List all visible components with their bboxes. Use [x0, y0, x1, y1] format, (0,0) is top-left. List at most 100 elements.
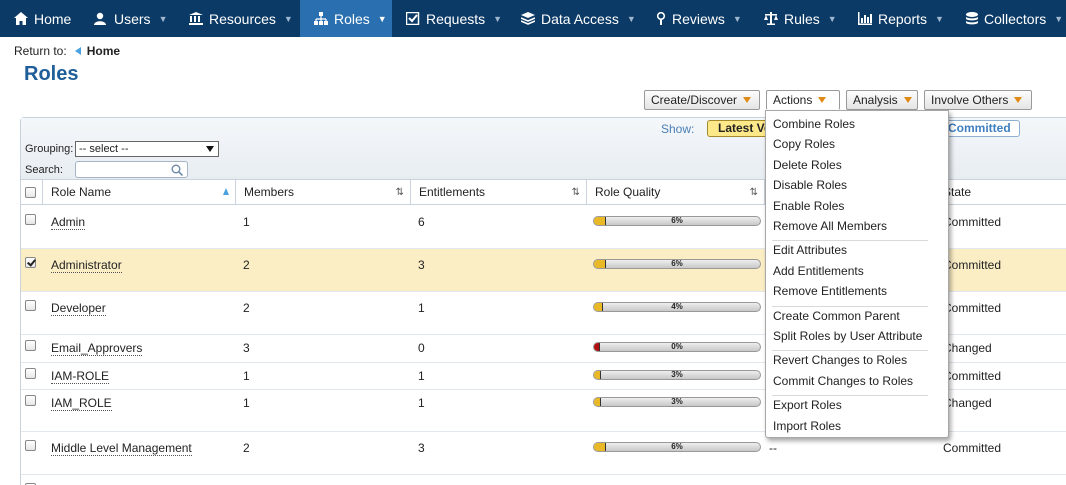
role-quality-text: 6% [671, 442, 683, 451]
role-name-link[interactable]: IAM-ROLE [51, 369, 110, 384]
menu-item-combine-roles[interactable]: Combine Roles [773, 117, 855, 131]
show-label: Show: [661, 122, 695, 136]
menu-item-delete-roles[interactable]: Delete Roles [773, 158, 842, 172]
nav-collectors[interactable]: Collectors ▼ [952, 0, 1066, 37]
rules-icon [764, 12, 778, 26]
column-label: Role Quality [595, 185, 661, 199]
chevron-down-icon: ▼ [1054, 13, 1064, 24]
role-name-link[interactable]: Developer [51, 301, 106, 316]
nav-resources[interactable]: Resources ▼ [175, 0, 300, 37]
menu-separator [772, 350, 928, 352]
breadcrumb: Return to: Home [14, 44, 120, 58]
sort-icon: ⇅ [749, 187, 758, 198]
chevron-down-icon: ▼ [493, 13, 503, 24]
home-icon [14, 12, 28, 26]
row-checkbox[interactable] [25, 440, 36, 451]
menu-separator [772, 240, 928, 242]
role-name-link[interactable]: Admin [51, 215, 86, 230]
members-value: 1 [243, 396, 250, 410]
top-navigation: Home Users ▼ Resources ▼ Roles ▼ Request… [0, 0, 1066, 37]
role-name-link[interactable]: Email_Approvers [51, 341, 143, 356]
menu-item-disable-roles[interactable]: Disable Roles [773, 178, 847, 192]
nav-label: Reviews [672, 10, 725, 27]
nav-reports[interactable]: Reports ▼ [844, 0, 952, 37]
caret-down-icon [818, 97, 827, 103]
search-label: Search: [25, 164, 63, 176]
menu-item-add-entitlements[interactable]: Add Entitlements [773, 264, 864, 278]
caret-down-icon [903, 97, 912, 103]
role-name-link[interactable]: IAM_ROLE [51, 396, 112, 411]
actions-button[interactable]: Actions [766, 90, 840, 110]
column-state[interactable]: State [935, 180, 1066, 205]
members-value: 2 [243, 258, 250, 272]
nav-rules[interactable]: Rules ▼ [750, 0, 844, 37]
menu-item-edit-attributes[interactable]: Edit Attributes [773, 243, 847, 257]
menu-item-remove-all-members[interactable]: Remove All Members [773, 219, 887, 233]
nav-home[interactable]: Home [0, 0, 80, 37]
nav-requests[interactable]: Requests ▼ [392, 0, 507, 37]
members-value: 3 [243, 341, 250, 355]
page-title: Roles [24, 63, 79, 85]
roles-icon [314, 12, 328, 26]
menu-item-commit-changes-to-roles[interactable]: Commit Changes to Roles [773, 374, 913, 388]
entitlements-value: 6 [418, 215, 425, 229]
menu-item-split-roles-by-user-attribute[interactable]: Split Roles by User Attribute [773, 329, 922, 343]
column-role-name[interactable]: Role Name [43, 180, 236, 205]
nav-users[interactable]: Users ▼ [80, 0, 175, 37]
involve-others-label: Involve Others [931, 93, 1009, 107]
row-checkbox[interactable] [25, 368, 36, 379]
chevron-down-icon: ▼ [935, 13, 944, 24]
actions-dropdown-menu: Combine Roles Copy Roles Delete Roles Disab… [765, 110, 949, 438]
nav-roles[interactable]: Roles ▼ [300, 0, 392, 37]
nav-label: Collectors [984, 10, 1047, 27]
nav-data-access[interactable]: Data Access ▼ [507, 0, 642, 37]
select-all-checkbox[interactable] [25, 187, 36, 198]
grouping-select[interactable]: -- select -- [75, 141, 219, 157]
chevron-down-icon: ▼ [732, 13, 742, 24]
column-role-quality[interactable]: Role Quality ⇅ [587, 180, 765, 205]
chevron-down-icon [206, 146, 214, 152]
menu-item-create-common-parent[interactable]: Create Common Parent [773, 309, 900, 323]
chevron-down-icon: ▼ [158, 13, 168, 24]
row-checkbox[interactable] [25, 214, 36, 225]
menu-item-export-roles[interactable]: Export Roles [773, 398, 842, 412]
column-members[interactable]: Members ⇅ [236, 180, 411, 205]
menu-item-revert-changes-to-roles[interactable]: Revert Changes to Roles [773, 353, 907, 367]
column-entitlements[interactable]: Entitlements ⇅ [411, 180, 587, 205]
row-checkbox[interactable] [25, 395, 36, 406]
entitlements-value: 3 [418, 258, 425, 272]
table-row[interactable] [21, 475, 1066, 485]
caret-down-icon [1014, 97, 1023, 103]
breadcrumb-home-link[interactable]: Home [87, 44, 120, 58]
search-icon[interactable] [171, 164, 184, 177]
column-label: Members [244, 185, 295, 199]
state-value: Committed [943, 441, 1002, 455]
nav-reviews[interactable]: Reviews ▼ [642, 0, 750, 37]
role-quality-text: 3% [671, 397, 683, 406]
users-icon [94, 12, 108, 26]
chevron-down-icon: ▼ [827, 13, 837, 24]
members-value: 2 [243, 441, 250, 455]
committed-toggle[interactable]: Committed [937, 120, 1020, 137]
collectors-icon [966, 12, 978, 26]
menu-item-import-roles[interactable]: Import Roles [773, 419, 841, 433]
nav-label: Reports [878, 10, 928, 27]
create-discover-button[interactable]: Create/Discover [644, 90, 760, 110]
members-value: 2 [243, 301, 250, 315]
role-quality-bar: 3% [593, 397, 761, 407]
state-value: Changed [943, 341, 992, 355]
row-checkbox[interactable] [25, 300, 36, 311]
table-row[interactable]: Middle Level Management 2 3 -- Committed 6% [21, 432, 1066, 475]
nav-label: Data Access [541, 10, 619, 27]
role-name-link[interactable]: Administrator [51, 258, 122, 273]
menu-item-enable-roles[interactable]: Enable Roles [773, 199, 844, 213]
row-checkbox[interactable] [25, 257, 36, 268]
row-checkbox[interactable] [25, 340, 36, 351]
nav-label: Users [114, 10, 151, 27]
menu-item-remove-entitlements[interactable]: Remove Entitlements [773, 284, 887, 298]
role-name-link[interactable]: Middle Level Management [51, 441, 192, 456]
analysis-label: Analysis [853, 93, 898, 107]
involve-others-button[interactable]: Involve Others [924, 90, 1032, 110]
analysis-button[interactable]: Analysis [846, 90, 918, 110]
menu-item-copy-roles[interactable]: Copy Roles [773, 137, 835, 151]
